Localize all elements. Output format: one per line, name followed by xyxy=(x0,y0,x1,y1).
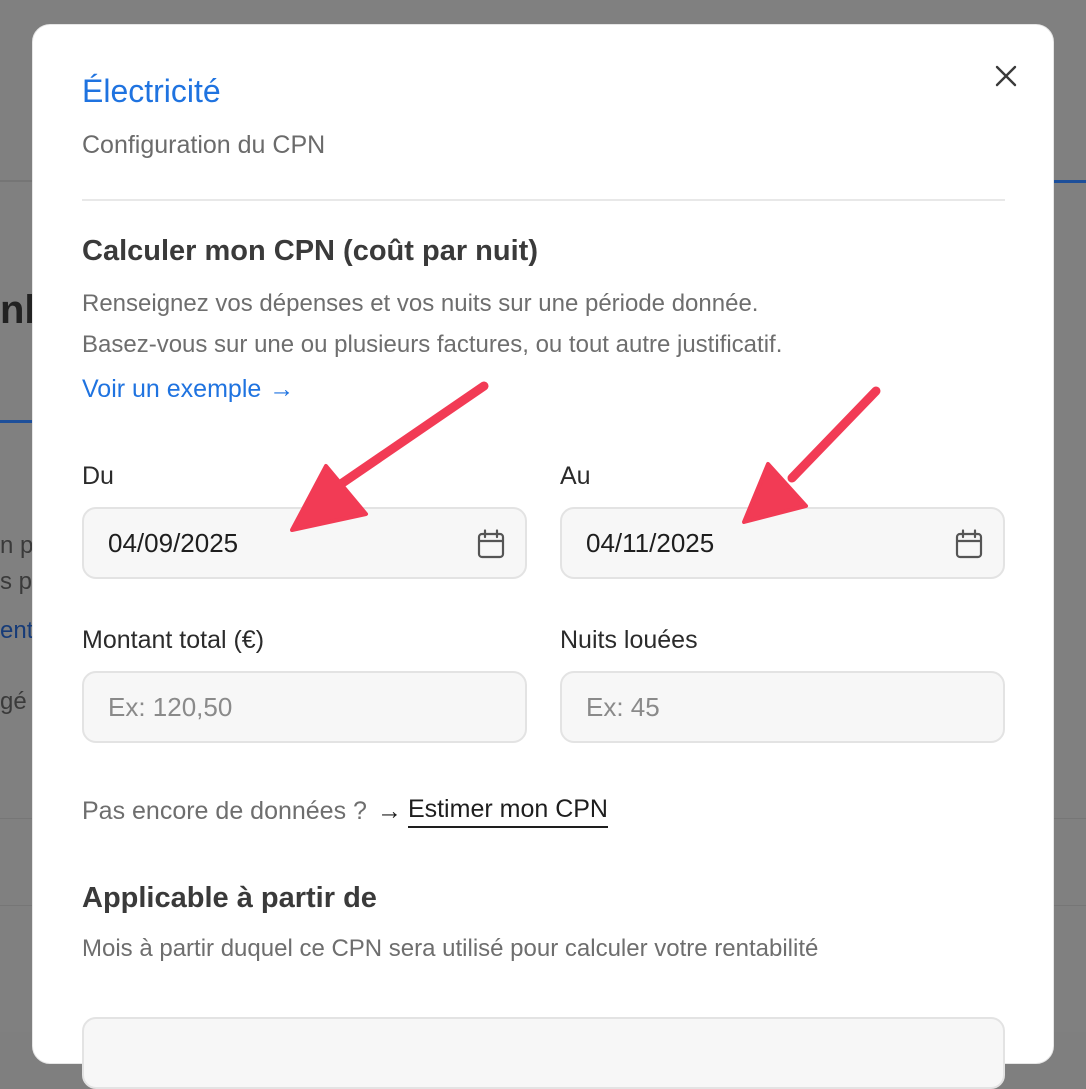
nights-field[interactable] xyxy=(560,671,1005,743)
to-date-input[interactable] xyxy=(586,527,916,559)
header-divider xyxy=(82,199,1005,201)
background-heading-fragment: nb xyxy=(0,288,32,332)
background-tab-indicator xyxy=(0,420,32,423)
to-date-label: Au xyxy=(560,462,591,490)
modal-subtitle: Configuration du CPN xyxy=(82,131,326,159)
amount-input[interactable] xyxy=(108,691,438,723)
nights-label: Nuits louées xyxy=(560,626,698,654)
example-link-label: Voir un exemple xyxy=(82,375,262,403)
estimate-cpn-link[interactable]: Estimer mon CPN xyxy=(407,795,608,828)
calendar-icon[interactable] xyxy=(477,529,505,559)
nights-input[interactable] xyxy=(586,691,916,723)
calendar-icon[interactable] xyxy=(955,529,983,559)
from-date-input[interactable] xyxy=(108,527,438,559)
cpn-description-line-2: Basez-vous sur une ou plusieurs factures… xyxy=(82,331,783,358)
example-link[interactable]: Voir un exemple → xyxy=(82,375,294,404)
from-date-field[interactable] xyxy=(82,507,527,579)
amount-field[interactable] xyxy=(82,671,527,743)
arrow-right-icon: → xyxy=(269,375,295,403)
background-text-fragment: n pa xyxy=(0,532,32,559)
amount-label: Montant total (€) xyxy=(82,626,265,654)
background-link-fragment: ent xyxy=(0,617,32,644)
cpn-section-title: Calculer mon CPN (coût par nuit) xyxy=(82,235,538,267)
estimate-hint-text: Pas encore de données ? xyxy=(82,797,367,825)
from-date-label: Du xyxy=(82,462,114,490)
close-button[interactable] xyxy=(991,61,1021,91)
background-text-fragment: gé xyxy=(0,688,27,715)
applicable-month-field[interactable] xyxy=(82,1017,1005,1089)
estimate-hint: Pas encore de données ? → Estimer mon CP… xyxy=(82,795,608,828)
background-tab-indicator xyxy=(1054,180,1086,183)
background-text-fragment: s p xyxy=(0,568,32,595)
cpn-config-modal: Électricité Configuration du CPN Calcule… xyxy=(32,24,1054,1089)
modal-title: Électricité xyxy=(82,73,221,109)
applicable-description: Mois à partir duquel ce CPN sera utilisé… xyxy=(82,935,819,962)
arrow-right-icon: → xyxy=(376,797,402,825)
applicable-section-title: Applicable à partir de xyxy=(82,882,377,914)
close-icon xyxy=(995,65,1017,87)
to-date-field[interactable] xyxy=(560,507,1005,579)
cpn-description-line-1: Renseignez vos dépenses et vos nuits sur… xyxy=(82,290,759,317)
